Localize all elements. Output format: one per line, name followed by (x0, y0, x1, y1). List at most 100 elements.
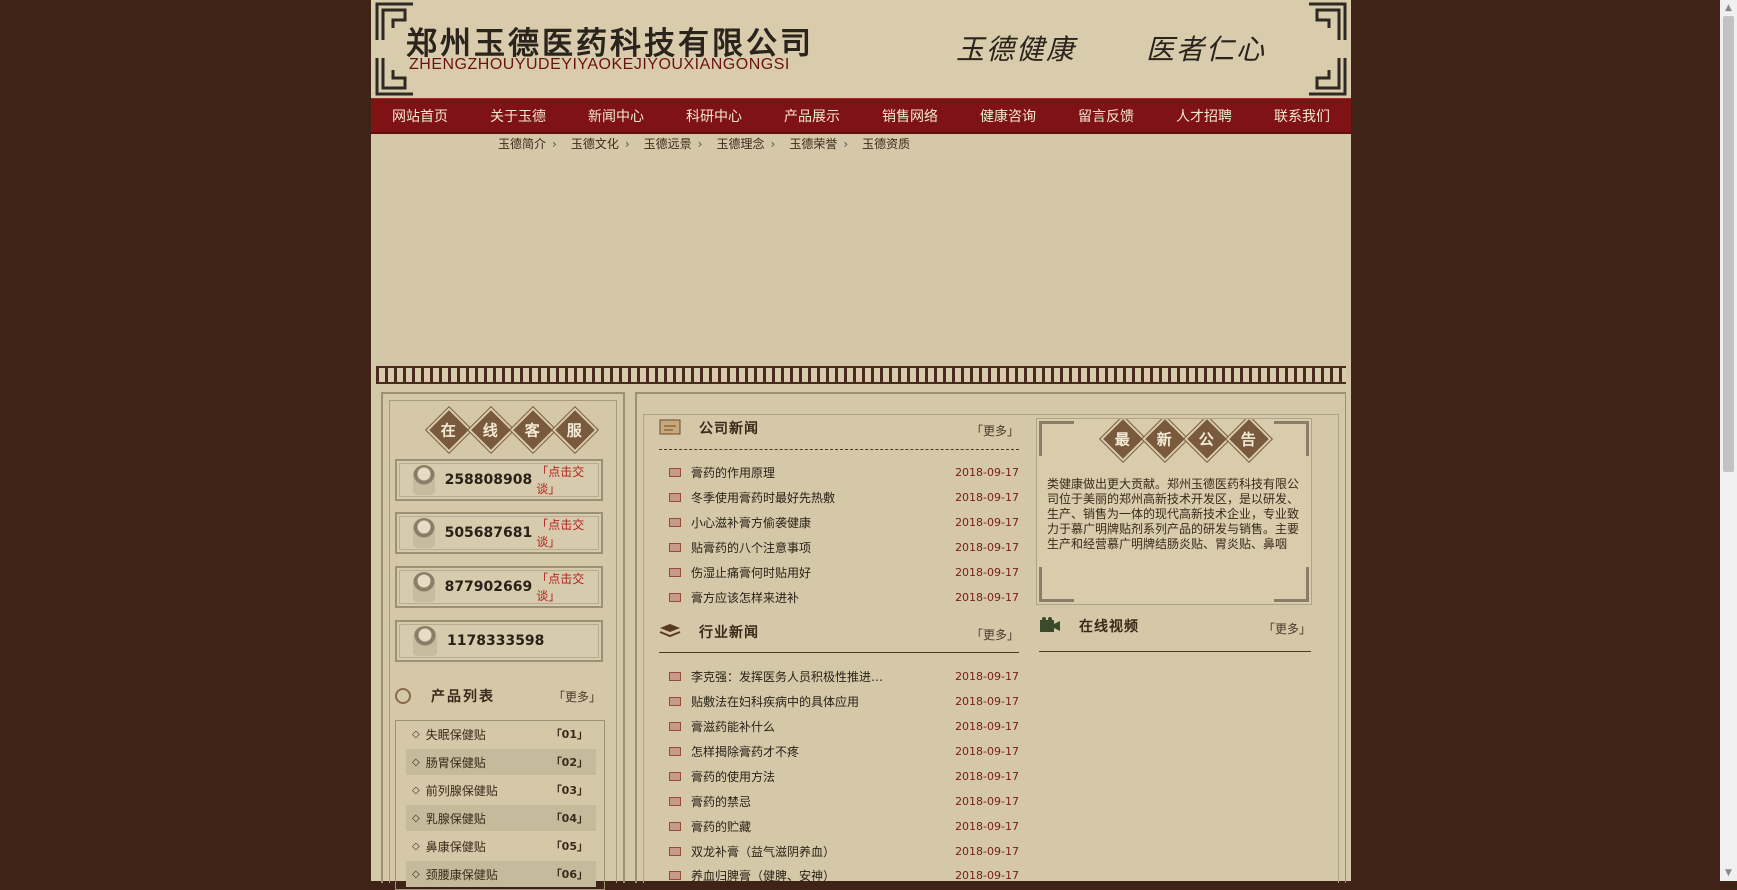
slogan-1: 玉德健康 (956, 33, 1077, 66)
product-name: 鼻康保健贴 (425, 839, 486, 854)
subnav-label: 玉德荣誉 (789, 137, 838, 151)
company-news-more-link[interactable]: 「更多」 (971, 422, 1019, 439)
subnav-intro[interactable]: 玉德简介 › (498, 135, 557, 153)
subnav-qualification[interactable]: 玉德资质 (862, 135, 910, 153)
qq-contact[interactable]: 505687681 「点击交谈」 (395, 512, 603, 554)
nav-sales[interactable]: 销售网络 (876, 106, 944, 126)
news-title: 贴敷法在妇科疾病中的具体应用 (691, 694, 860, 709)
doctor-avatar-icon (413, 518, 435, 548)
diamond-bullet-icon: ◇ (412, 868, 420, 880)
news-item[interactable]: 膏药的作用原理 2018-09-17 (659, 462, 1019, 482)
product-item[interactable]: ◇ 前列腺保健贴 「03」 (406, 777, 596, 803)
news-item[interactable]: 膏滋药能补什么 2018-09-17 (659, 716, 1019, 736)
company-news-header: 公司新闻 「更多」 (659, 416, 1019, 444)
heading-diamond: 在 (426, 407, 472, 453)
product-list-more-link[interactable]: 「更多」 (553, 688, 601, 705)
news-bullet-icon (669, 771, 681, 781)
news-title: 冬季使用膏药时最好先热敷 (691, 490, 836, 505)
nav-home[interactable]: 网站首页 (386, 106, 454, 126)
industry-news-more-link[interactable]: 「更多」 (971, 626, 1019, 643)
qq-chat-link[interactable]: 「点击交谈」 (536, 463, 601, 497)
news-date: 2018-09-17 (955, 794, 1019, 808)
nav-jobs[interactable]: 人才招聘 (1170, 106, 1238, 126)
section-divider (1039, 651, 1311, 652)
subnav-label: 玉德理念 (716, 137, 765, 151)
news-item[interactable]: 膏药的禁忌 2018-09-17 (659, 791, 1019, 811)
news-date: 2018-09-17 (955, 694, 1019, 708)
page-container: 郑州玉德医药科技有限公司 ZHENGZHOUYUDEYIYAOKEJIYOUXI… (371, 0, 1351, 890)
notice-heading: 最 新 公 告 (1100, 419, 1272, 462)
news-date: 2018-09-17 (955, 515, 1019, 529)
news-item[interactable]: 小心滋补膏方偷袭健康 2018-09-17 (659, 512, 1019, 532)
online-video-more-link[interactable]: 「更多」 (1263, 620, 1311, 637)
product-item[interactable]: ◇ 鼻康保健贴 「05」 (406, 833, 596, 859)
news-bullet-icon (669, 870, 681, 880)
qq-contact[interactable]: 877902669 「点击交谈」 (395, 566, 603, 608)
qq-chat-link[interactable]: 「点击交谈」 (536, 570, 601, 604)
corner-ornament-icon (1274, 421, 1309, 456)
heading-diamond: 客 (510, 407, 556, 453)
subnav-culture[interactable]: 玉德文化 › (571, 135, 630, 153)
nav-health[interactable]: 健康咨询 (974, 106, 1042, 126)
product-name: 乳腺保健贴 (425, 811, 486, 826)
scroll-thumb[interactable] (1723, 16, 1734, 472)
news-item[interactable]: 膏药的使用方法 2018-09-17 (659, 766, 1019, 786)
news-title: 双龙补膏（益气滋阴养血） (691, 844, 836, 859)
news-date: 2018-09-17 (955, 868, 1019, 882)
subnav-label: 玉德文化 (570, 137, 619, 151)
corner-ornament-icon (1039, 421, 1074, 456)
news-item[interactable]: 双龙补膏（益气滋阴养血） 2018-09-17 (659, 841, 1019, 861)
scroll-down-arrow-icon[interactable]: ▼ (1720, 865, 1737, 881)
subnav-philosophy[interactable]: 玉德理念 › (716, 135, 775, 153)
nav-feedback[interactable]: 留言反馈 (1072, 106, 1140, 126)
news-item[interactable]: 膏药的贮藏 2018-09-17 (659, 816, 1019, 836)
decorative-band (376, 366, 1346, 384)
subnav-label: 玉德资质 (862, 137, 911, 151)
subnav-vision[interactable]: 玉德远景 › (644, 135, 703, 153)
subnav-honors[interactable]: 玉德荣誉 › (789, 135, 848, 153)
nav-about[interactable]: 关于玉德 (484, 106, 552, 126)
news-item[interactable]: 李克强：发挥医务人员积极性推进… 2018-09-17 (659, 666, 1019, 686)
chevron-right-icon: › (770, 137, 776, 151)
product-item[interactable]: ◇ 颈腰康保健贴 「06」 (406, 861, 596, 887)
qq-contact[interactable]: 1178333598 (395, 620, 603, 662)
news-date: 2018-09-17 (955, 769, 1019, 783)
nav-contact[interactable]: 联系我们 (1268, 106, 1336, 126)
news-item[interactable]: 贴敷法在妇科疾病中的具体应用 2018-09-17 (659, 691, 1019, 711)
chevron-right-icon: › (843, 137, 849, 151)
news-item[interactable]: 膏方应该怎样来进补 2018-09-17 (659, 587, 1019, 607)
diamond-bullet-icon: ◇ (412, 784, 420, 796)
qq-number: 505687681 (444, 525, 533, 541)
news-item[interactable]: 怎样揭除膏药才不疼 2018-09-17 (659, 741, 1019, 761)
heading-diamond: 线 (468, 407, 514, 453)
product-list: ◇ 失眠保健贴 「01」 ◇ 肠胃保健贴 「02」 ◇ 前列腺保健贴 「03」 … (395, 720, 605, 890)
product-list-title: 产品列表 (431, 689, 495, 705)
nav-products[interactable]: 产品展示 (778, 106, 846, 126)
scroll-up-arrow-icon[interactable]: ▲ (1720, 0, 1737, 16)
heading-char: 线 (483, 421, 499, 440)
news-title: 膏药的禁忌 (691, 794, 752, 809)
heading-char: 在 (441, 421, 457, 440)
nav-research[interactable]: 科研中心 (680, 106, 748, 126)
product-index: 「03」 (550, 784, 588, 797)
news-date: 2018-09-17 (955, 744, 1019, 758)
news-item[interactable]: 伤湿止痛膏何时贴用好 2018-09-17 (659, 562, 1019, 582)
news-title: 贴膏药的八个注意事项 (691, 540, 812, 555)
product-index: 「02」 (550, 756, 588, 769)
product-index: 「01」 (550, 728, 588, 741)
nav-news[interactable]: 新闻中心 (582, 106, 650, 126)
news-item[interactable]: 冬季使用膏药时最好先热敷 2018-09-17 (659, 487, 1019, 507)
product-item[interactable]: ◇ 失眠保健贴 「01」 (406, 721, 596, 747)
qq-number: 877902669 (444, 579, 533, 595)
diamond-bullet-icon: ◇ (412, 728, 420, 740)
news-item[interactable]: 贴膏药的八个注意事项 2018-09-17 (659, 537, 1019, 557)
coin-icon (395, 688, 411, 704)
news-item[interactable]: 养血归脾膏（健脾、安神） 2018-09-17 (659, 865, 1019, 885)
page-scrollbar[interactable]: ▲ ▼ (1720, 0, 1737, 881)
heading-char: 新 (1157, 430, 1173, 449)
news-date: 2018-09-17 (955, 565, 1019, 579)
product-item[interactable]: ◇ 肠胃保健贴 「02」 (406, 749, 596, 775)
product-item[interactable]: ◇ 乳腺保健贴 「04」 (406, 805, 596, 831)
qq-chat-link[interactable]: 「点击交谈」 (536, 516, 601, 550)
qq-contact[interactable]: 258808908 「点击交谈」 (395, 459, 603, 501)
